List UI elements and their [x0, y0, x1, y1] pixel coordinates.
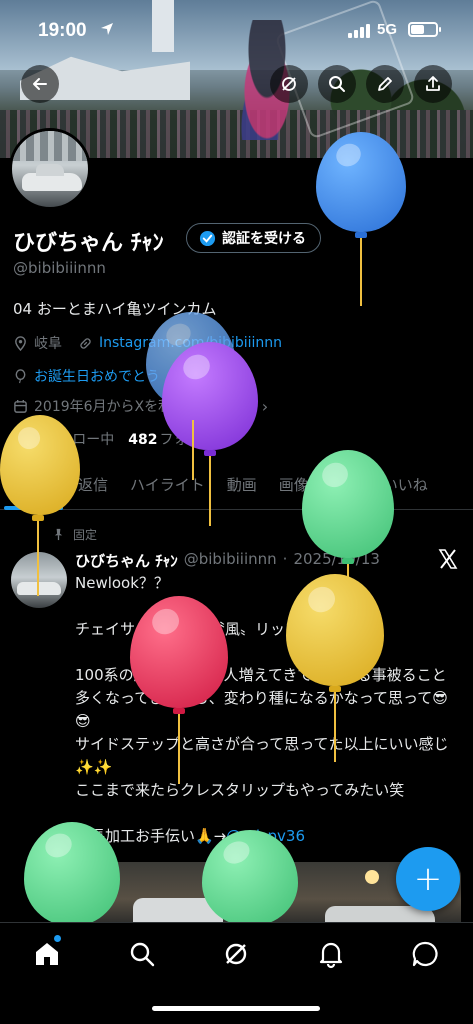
battery-icon — [408, 22, 441, 37]
compose-post-button[interactable]: + — [396, 847, 460, 911]
post-line — [75, 802, 461, 825]
location-pin-icon — [15, 335, 26, 351]
chevron-right-icon: › — [261, 396, 269, 416]
pinned-indicator: 固定 — [52, 526, 97, 543]
balloon-icon — [15, 368, 26, 383]
tab-highlights[interactable]: ハイライト — [119, 460, 216, 509]
calendar-icon — [14, 399, 27, 413]
post-author-handle[interactable]: @bibibiiinnn — [184, 550, 277, 571]
search-icon — [130, 942, 155, 967]
bell-icon — [319, 942, 343, 969]
nav-home[interactable] — [32, 939, 62, 969]
pinned-label: 固定 — [73, 528, 98, 542]
tab-videos[interactable]: 動画 — [216, 460, 268, 509]
balloon-red — [130, 596, 228, 708]
profile-birthday-row: お誕生日おめでとう — [13, 366, 160, 386]
cellular-signal-icon — [348, 24, 370, 38]
back-button[interactable] — [21, 65, 59, 103]
nav-notifications[interactable] — [316, 939, 346, 969]
edit-profile-button[interactable] — [366, 65, 404, 103]
home-notification-dot — [54, 935, 61, 942]
profile-avatar[interactable] — [9, 128, 91, 210]
profile-location: 岐阜 — [34, 336, 62, 352]
location-arrow-icon — [101, 23, 113, 35]
followers-count: 482 — [128, 432, 158, 448]
post-line: Newlook？？ — [75, 574, 169, 592]
search-button[interactable] — [318, 65, 356, 103]
balloon-yellow — [0, 415, 80, 515]
balloon-blue — [316, 132, 406, 232]
plus-icon: + — [413, 859, 443, 899]
balloon-green-3 — [202, 830, 298, 926]
post-author-name[interactable]: ひびちゃん ﾁｬﾝ — [75, 550, 178, 571]
get-verified-button[interactable]: 認証を受ける — [186, 223, 321, 253]
balloon-green — [302, 450, 394, 558]
pin-icon — [54, 528, 63, 541]
get-verified-label: 認証を受ける — [222, 231, 306, 247]
nav-search[interactable] — [127, 939, 157, 969]
birthday-greeting[interactable]: お誕生日おめでとう — [34, 366, 160, 386]
nav-messages[interactable] — [410, 939, 440, 969]
post-line — [75, 595, 461, 618]
post-line: ここまで来たらクレスタリップもやってみたい笑 — [75, 781, 405, 799]
grok-icon — [282, 77, 296, 91]
grok-button[interactable] — [270, 65, 308, 103]
nav-grok[interactable] — [221, 939, 251, 969]
grok-icon — [225, 943, 247, 965]
share-button[interactable] — [414, 65, 452, 103]
balloon-green-2 — [24, 822, 120, 926]
network-type: 5G — [377, 21, 398, 38]
back-arrow-icon — [33, 78, 47, 90]
status-time: 19:00 — [38, 20, 87, 41]
verified-badge-icon — [199, 230, 216, 246]
chat-bubble-icon — [412, 941, 438, 967]
post-text[interactable]: Newlook？？ チェイサー後期純正〝風〟リップ 100系の純正エアロの人増え… — [75, 572, 461, 848]
share-icon — [426, 76, 440, 91]
balloon-yellow-2 — [286, 574, 384, 686]
status-bar: 19:00 5G — [0, 0, 473, 60]
home-icon — [36, 943, 58, 965]
profile-display-name: ひびちゃん ﾁｬﾝ — [13, 231, 164, 256]
profile-handle: @bibibiiinnn — [13, 259, 106, 277]
search-icon — [329, 76, 345, 92]
link-icon — [80, 337, 91, 349]
post-author-avatar[interactable] — [11, 552, 67, 608]
home-indicator — [152, 1006, 320, 1011]
pencil-icon — [378, 77, 392, 91]
x-logo-icon[interactable] — [437, 548, 459, 570]
balloon-purple — [162, 342, 258, 450]
post-line: サイドステップと高さが合って思ってた以上にいい感じ✨✨ — [75, 735, 449, 776]
